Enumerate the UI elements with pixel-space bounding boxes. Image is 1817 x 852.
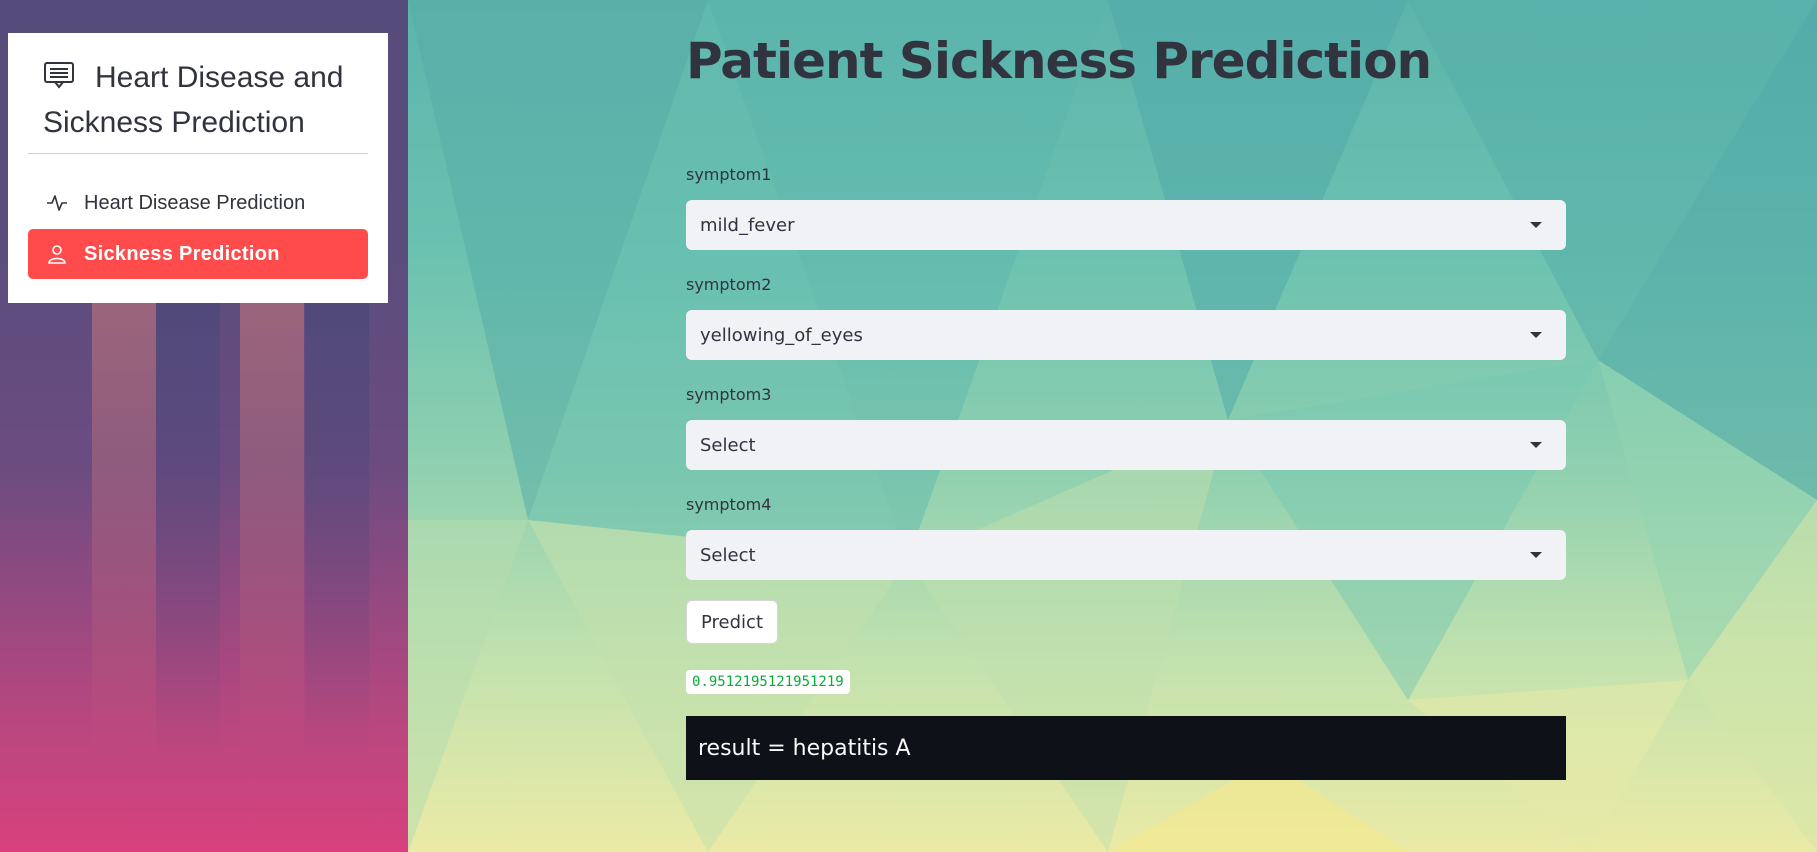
chevron-down-icon	[1530, 332, 1542, 338]
sidebar-background-stripe	[240, 300, 304, 760]
select-value: mild_fever	[700, 214, 795, 236]
menu-item-heart-disease-prediction[interactable]: Heart Disease Prediction	[28, 178, 368, 228]
sidebar-background-stripe	[156, 300, 220, 760]
symptom4-label: symptom4	[686, 495, 772, 514]
symptom1-label: symptom1	[686, 165, 772, 184]
chevron-down-icon	[1530, 222, 1542, 228]
symptom2-select[interactable]: yellowing_of_eyes	[686, 310, 1566, 360]
main-area: Patient Sickness Prediction symptom1 mil…	[408, 0, 1817, 852]
symptom2-label: symptom2	[686, 275, 772, 294]
predict-button[interactable]: Predict	[686, 600, 778, 644]
symptom4-select[interactable]: Select	[686, 530, 1566, 580]
menu-divider	[28, 153, 368, 154]
sidebar-background-stripe	[92, 300, 156, 760]
page-title: Patient Sickness Prediction	[686, 32, 1432, 90]
sidebar: Heart Disease and Sickness Prediction He…	[0, 0, 408, 852]
option-menu: Heart Disease and Sickness Prediction He…	[8, 33, 388, 303]
chevron-down-icon	[1530, 552, 1542, 558]
symptom3-select[interactable]: Select	[686, 420, 1566, 470]
prediction-score: 0.9512195121951219	[686, 670, 850, 694]
menu-item-sickness-prediction[interactable]: Sickness Prediction	[28, 229, 368, 279]
menu-item-label: Heart Disease Prediction	[84, 191, 306, 214]
menu-item-label: Sickness Prediction	[84, 242, 280, 265]
result-box: result = hepatitis A	[686, 716, 1566, 780]
person-icon	[46, 243, 68, 265]
symptom3-label: symptom3	[686, 385, 772, 404]
select-value: Select	[700, 434, 756, 456]
sidebar-background-stripe	[305, 300, 369, 760]
chevron-down-icon	[1530, 442, 1542, 448]
menu-title-text: Heart Disease and Sickness Prediction	[43, 61, 344, 139]
select-value: Select	[700, 544, 756, 566]
select-value: yellowing_of_eyes	[700, 324, 863, 346]
activity-icon	[46, 192, 68, 214]
menu-title: Heart Disease and Sickness Prediction	[43, 55, 373, 145]
result-text: result = hepatitis A	[698, 735, 911, 761]
message-list-icon	[43, 57, 75, 89]
symptom1-select[interactable]: mild_fever	[686, 200, 1566, 250]
